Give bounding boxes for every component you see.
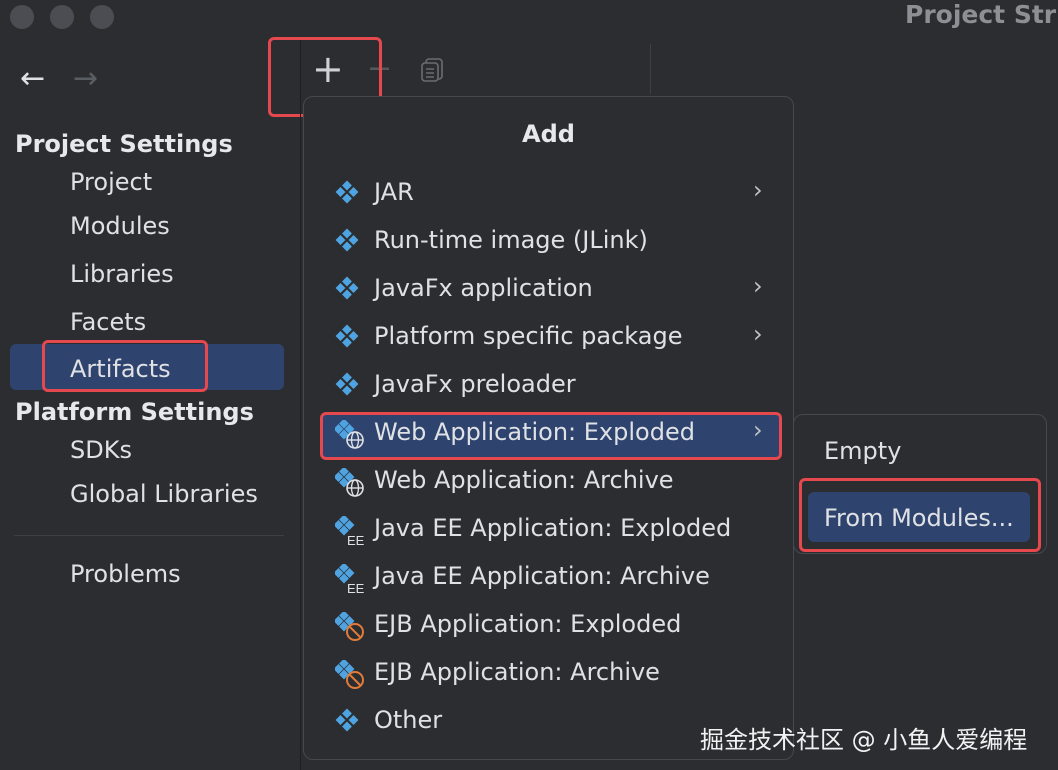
artifact-icon (335, 324, 365, 354)
popup-item-javafx-application[interactable]: JavaFx application › (303, 266, 794, 314)
forward-arrow-icon[interactable]: → (73, 64, 98, 94)
popup-title: Add (522, 120, 575, 148)
sidebar-separator (14, 535, 284, 536)
sidebar-item-problems[interactable]: Problems (70, 560, 181, 588)
submenu-item-empty[interactable]: Empty (824, 437, 901, 465)
popup-item-label: Platform specific package (374, 322, 683, 350)
artifact-icon (335, 180, 365, 210)
sidebar-item-sdks[interactable]: SDKs (70, 436, 132, 464)
sidebar-item-global-libraries[interactable]: Global Libraries (70, 480, 258, 508)
chevron-right-icon: › (753, 176, 763, 204)
toolbar-divider (650, 44, 651, 94)
sidebar-item-project[interactable]: Project (70, 168, 152, 196)
javaee-artifact-icon: EE (333, 514, 365, 548)
minimize-window-button[interactable] (50, 5, 74, 29)
window-title: Project Stru (905, 0, 1058, 29)
javaee-artifact-icon: EE (333, 562, 365, 596)
annotation-box-web-exploded (320, 412, 782, 460)
artifact-icon (335, 708, 365, 738)
popup-item-web-application-archive[interactable]: Web Application: Archive (303, 458, 794, 506)
popup-item-label: Java EE Application: Archive (374, 562, 710, 590)
sidebar-item-facets[interactable]: Facets (70, 308, 146, 336)
popup-item-javafx-preloader[interactable]: JavaFx preloader (303, 362, 794, 410)
popup-item-java-ee-application-exploded[interactable]: EE Java EE Application: Exploded (303, 506, 794, 554)
popup-item-label: JavaFx preloader (374, 370, 576, 398)
svg-text:EE: EE (347, 581, 365, 594)
popup-item-label: Web Application: Archive (374, 466, 674, 494)
popup-item-ejb-application-archive[interactable]: EJB Application: Archive (303, 650, 794, 698)
ejb-artifact-icon (333, 610, 365, 642)
chevron-right-icon: › (753, 320, 763, 348)
popup-item-label: EJB Application: Archive (374, 658, 660, 686)
web-artifact-icon (333, 466, 365, 498)
annotation-box-from-modules (799, 478, 1041, 552)
popup-item-run-time-image-jlink[interactable]: Run-time image (JLink) (303, 218, 794, 266)
back-arrow-icon[interactable]: ← (20, 64, 45, 94)
chevron-right-icon: › (753, 272, 763, 300)
artifact-icon (335, 276, 365, 306)
popup-item-jar[interactable]: JAR › (303, 170, 794, 218)
platform-settings-heading: Platform Settings (15, 398, 254, 426)
zoom-window-button[interactable] (90, 5, 114, 29)
popup-item-label: JAR (374, 178, 414, 206)
artifact-icon (335, 372, 365, 402)
svg-text:EE: EE (347, 533, 365, 546)
popup-item-label: Other (374, 706, 443, 734)
popup-item-label: Run-time image (JLink) (374, 226, 648, 254)
popup-item-label: EJB Application: Exploded (374, 610, 682, 638)
annotation-box-artifacts (42, 340, 208, 392)
popup-item-platform-specific-package[interactable]: Platform specific package › (303, 314, 794, 362)
sidebar-divider (300, 40, 301, 770)
popup-item-label: Java EE Application: Exploded (374, 514, 732, 542)
watermark-text: 掘金技术社区 @ 小鱼人爱编程 (700, 726, 1028, 754)
popup-item-label: JavaFx application (374, 274, 593, 302)
sidebar-item-libraries[interactable]: Libraries (70, 260, 174, 288)
popup-item-ejb-application-exploded[interactable]: EJB Application: Exploded (303, 602, 794, 650)
ejb-artifact-icon (333, 658, 365, 690)
sidebar-item-modules[interactable]: Modules (70, 212, 170, 240)
close-window-button[interactable] (10, 5, 34, 29)
copy-icon[interactable] (420, 57, 444, 87)
popup-item-java-ee-application-archive[interactable]: EE Java EE Application: Archive (303, 554, 794, 602)
project-settings-heading: Project Settings (15, 130, 233, 158)
artifact-icon (335, 228, 365, 258)
